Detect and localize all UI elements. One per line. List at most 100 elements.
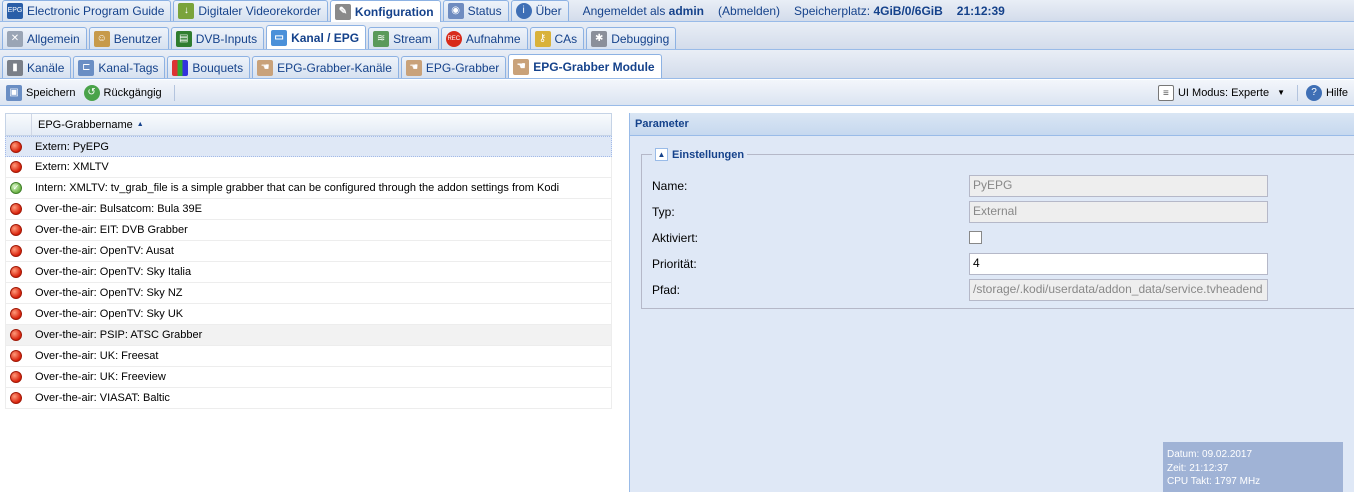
tab-status[interactable]: ◉ Status [442, 0, 509, 21]
tab-label: CAs [554, 31, 578, 46]
path-field[interactable]: /storage/.kodi/userdata/addon_data/servi… [969, 279, 1268, 301]
tab-channel-epg[interactable]: ▭ Kanal / EPG [266, 25, 367, 49]
grabbername-column-header[interactable]: EPG-Grabbername ▲ [32, 119, 144, 131]
tab-label: Kanal-Tags [98, 60, 159, 75]
tab-channels[interactable]: ▮ Kanäle [2, 56, 72, 78]
table-row[interactable]: Over-the-air: PSIP: ATSC Grabber [5, 325, 612, 346]
grabber-icon: ☚ [513, 58, 530, 75]
table-row[interactable]: Over-the-air: OpenTV: Sky Italia [5, 262, 612, 283]
tab-label: EPG-Grabber [425, 60, 500, 75]
table-row[interactable]: Over-the-air: OpenTV: Sky UK [5, 304, 612, 325]
tab-users[interactable]: ☺ Benutzer [88, 27, 169, 49]
table-row[interactable]: Over-the-air: Bulsatcom: Bula 39E [5, 199, 612, 220]
tab-label: Bouquets [192, 60, 244, 75]
priority-label: Priorität: [652, 257, 697, 271]
disabled-status-icon [10, 140, 22, 153]
sort-asc-icon: ▲ [136, 121, 144, 128]
status-area: Angemeldet als admin (Abmelden) Speicher… [583, 0, 1005, 22]
tab-dvr[interactable]: ↓ Digitaler Videorekorder [173, 0, 328, 21]
card-icon: ▤ [175, 30, 192, 47]
tab-label: Kanäle [27, 60, 65, 75]
table-row[interactable]: Extern: PyEPG [5, 136, 612, 157]
grabber-name: Over-the-air: UK: Freeview [35, 371, 166, 383]
table-row[interactable]: Over-the-air: UK: Freesat [5, 346, 612, 367]
grabber-name: Over-the-air: VIASAT: Baltic [35, 392, 170, 404]
storage-label: Speicherplatz: [794, 4, 871, 18]
chevron-down-icon: ▼ [1277, 88, 1285, 97]
help-label: Hilfe [1325, 86, 1348, 99]
tab-epg-grabber-modules[interactable]: ☚ EPG-Grabber Module [508, 54, 662, 78]
stream-icon: ≋ [373, 30, 390, 47]
table-row[interactable]: Over-the-air: OpenTV: Ausat [5, 241, 612, 262]
settings-fieldset: ▲ Einstellungen Name: PyEPG Typ: External… [641, 148, 1354, 309]
ui-mode-dropdown[interactable]: ≡ UI Modus: Experte ▼ [1156, 82, 1291, 104]
disabled-status-icon [10, 245, 22, 257]
table-row[interactable]: Over-the-air: VIASAT: Baltic [5, 388, 612, 409]
enabled-checkbox[interactable] [969, 231, 982, 244]
path-label: Pfad: [652, 283, 681, 297]
disabled-status-icon [10, 266, 22, 278]
table-row[interactable]: Extern: XMLTV [5, 157, 612, 178]
epg-icon: EPG [7, 3, 23, 19]
main-tabbar: EPG Electronic Program Guide ↓ Digitaler V… [0, 0, 1354, 22]
table-row[interactable]: Over-the-air: UK: Freeview [5, 367, 612, 388]
tab-label: Debugging [611, 31, 670, 46]
table-row[interactable]: ✓ Intern: XMLTV: tv_grab_file is a simple… [5, 178, 612, 199]
storage-value: 4GiB/0/6GiB [873, 4, 943, 18]
help-button[interactable]: ? Hilfe [1304, 82, 1354, 104]
tab-configuration[interactable]: ✎ Konfiguration [329, 0, 441, 22]
info-icon: i [515, 3, 532, 19]
tab-recording[interactable]: REC Aufnahme [440, 27, 528, 49]
tab-channel-tags[interactable]: ⊏ Kanal-Tags [73, 56, 166, 78]
record-icon: REC [445, 30, 462, 47]
tab-about[interactable]: i Über [510, 0, 569, 21]
tab-epg[interactable]: EPG Electronic Program Guide [2, 0, 172, 21]
name-field[interactable]: PyEPG [969, 175, 1268, 197]
name-label: Name: [652, 179, 688, 193]
priority-field[interactable]: 4 [969, 253, 1268, 275]
tab-bouquets[interactable]: Bouquets [167, 56, 251, 78]
tags-icon: ⊏ [78, 59, 95, 76]
tab-stream[interactable]: ≋ Stream [368, 27, 439, 49]
grabber-name: Extern: XMLTV [35, 161, 109, 173]
table-row[interactable]: Over-the-air: EIT: DVB Grabber [5, 220, 612, 241]
clock: 21:12:39 [956, 4, 1005, 18]
logout-link[interactable]: (Abmelden) [718, 4, 780, 18]
collapse-icon[interactable]: ▲ [655, 148, 668, 161]
bug-icon: ✱ [591, 30, 608, 47]
tab-label: EPG-Grabber Module [533, 59, 655, 74]
wrench-icon: ✎ [334, 3, 351, 20]
disabled-status-icon [10, 203, 22, 215]
grabber-icon: ☚ [257, 59, 274, 76]
disabled-status-icon [10, 329, 22, 341]
legend-label: Einstellungen [672, 148, 745, 161]
enabled-label: Aktiviert: [652, 231, 699, 245]
login-prefix: Angemeldet als [582, 4, 666, 18]
grid-header: EPG-Grabbername ▲ [5, 113, 612, 136]
grid-icon [172, 59, 189, 76]
tab-epg-grabber[interactable]: ☚ EPG-Grabber [400, 56, 507, 78]
grabber-name: Over-the-air: Bulsatcom: Bula 39E [35, 203, 202, 215]
save-button[interactable]: ▣ Speichern [4, 82, 82, 104]
grabber-name: Over-the-air: OpenTV: Sky NZ [35, 287, 183, 299]
undo-button[interactable]: ↺ Rückgängig [82, 82, 168, 104]
tab-epg-grabber-channels[interactable]: ☚ EPG-Grabber-Kanäle [252, 56, 399, 78]
tab-general[interactable]: ✕ Allgemein [2, 27, 87, 49]
tab-debugging[interactable]: ✱ Debugging [586, 27, 677, 49]
system-info-box: Datum: 09.02.2017 Zeit: 21:12:37 CPU Tak… [1163, 442, 1343, 492]
grid-body: Extern: PyEPG Extern: XMLTV ✓ Intern: XMLTV… [5, 136, 612, 409]
type-field[interactable]: External [969, 201, 1268, 223]
tab-label: EPG-Grabber-Kanäle [277, 60, 392, 75]
login-status: Angemeldet als admin [583, 4, 704, 18]
info-time: Zeit: 21:12:37 [1167, 462, 1229, 474]
table-row[interactable]: Over-the-air: OpenTV: Sky NZ [5, 283, 612, 304]
sub-tabbar: ▮ Kanäle ⊏ Kanal-Tags Bouquets ☚ EPG-Grabbe… [0, 50, 1354, 79]
tab-cas[interactable]: ⚷ CAs [529, 27, 585, 49]
disabled-status-icon [10, 161, 22, 173]
type-label: Typ: [652, 205, 675, 219]
users-icon: ☺ [93, 30, 110, 47]
grabber-name: Over-the-air: OpenTV: Sky Italia [35, 266, 192, 278]
tab-label: Allgemein [27, 31, 80, 46]
download-icon: ↓ [178, 3, 195, 19]
tab-dvb-inputs[interactable]: ▤ DVB-Inputs [170, 27, 265, 49]
